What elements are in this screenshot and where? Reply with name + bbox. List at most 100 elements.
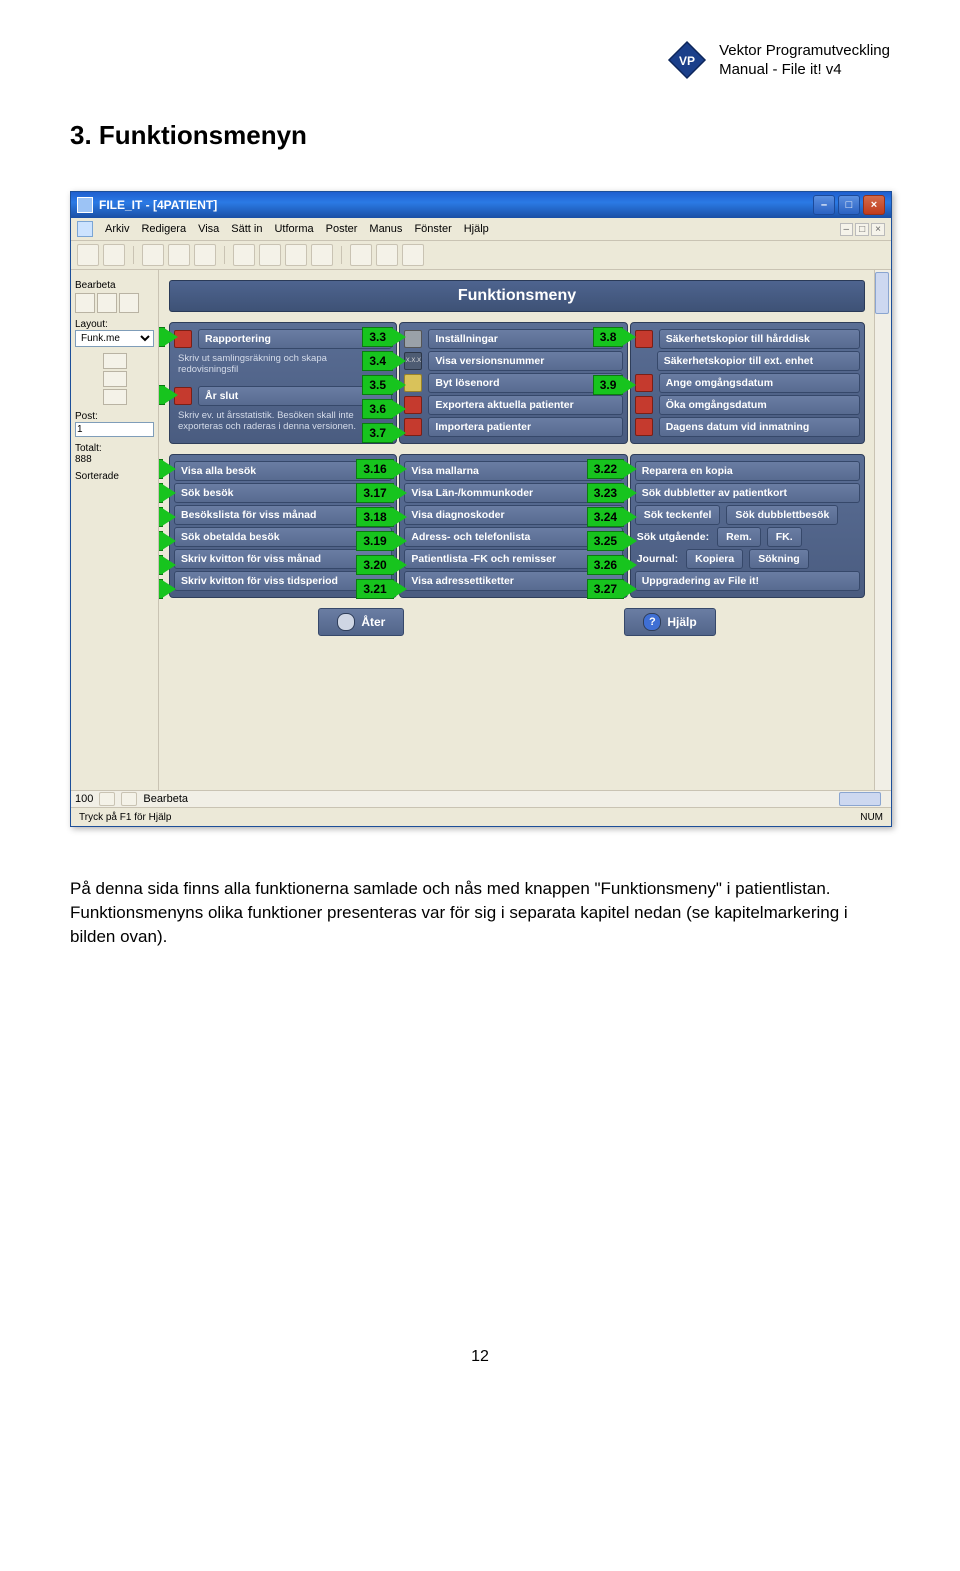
visa-adressetiketter-button[interactable]: Visa adressettiketter [404,571,622,591]
left-sorterade-label: Sorterade [75,471,154,482]
installningar-button[interactable]: Inställningar [428,329,622,349]
mid-col-1: 3.10 Visa alla besök 3.11 Sök besök 3.12… [169,454,397,598]
importera-button[interactable]: Importera patienter [428,417,622,437]
header-company: Vektor Programutveckling [719,41,890,61]
adress-telefon-button[interactable]: Adress- och telefonlista [404,527,622,547]
arslut-desc: Skriv ev. ut årsstatistik. Besöken skall… [174,408,392,435]
dagens-datum-button[interactable]: Dagens datum vid inmatning [659,417,860,437]
arslut-button[interactable]: År slut [198,386,392,406]
visa-mallarna-button[interactable]: Visa mallarna [404,461,622,481]
menu-redigera[interactable]: Redigera [141,223,186,235]
menu-arkiv[interactable]: Arkiv [105,223,129,235]
horizontal-scrollbar[interactable] [839,792,881,806]
sakerhetskopior-hd-button[interactable]: Säkerhetskopior till hårddisk [659,329,860,349]
fk-button[interactable]: FK. [767,527,802,547]
reparera-kopia-button[interactable]: Reparera en kopia [635,461,860,481]
visa-lan-koder-button[interactable]: Visa Län-/kommunkoder [404,483,622,503]
rapportering-button[interactable]: Rapportering [198,329,392,349]
callout-3-1: 3.1 [159,327,165,347]
toolbar-button[interactable] [103,244,125,266]
sok-obetalda-button[interactable]: Sök obetalda besök [174,527,392,547]
nav-up-button[interactable] [103,353,127,369]
callout-3-11: 3.11 [159,483,163,503]
maximize-button[interactable]: □ [838,195,860,215]
vertical-scrollbar[interactable] [874,270,891,790]
nav-center-button[interactable] [103,371,127,387]
page-header: VP Vektor Programutveckling Manual - Fil… [70,40,890,80]
besokslista-manad-button[interactable]: Besökslista för viss månad [174,505,392,525]
menu-bar: Arkiv Redigera Visa Sätt in Utforma Post… [71,218,891,241]
screenshot-window: FILE_IT - [4PATIENT] – □ × Arkiv Rediger… [70,191,892,827]
status-bar: Tryck på F1 för Hjälp NUM [71,807,891,826]
patientlista-fk-button[interactable]: Patientlista -FK och remisser [404,549,622,569]
journal-label: Journal: [635,553,680,565]
toolbar-button[interactable] [376,244,398,266]
toolbar-button[interactable] [259,244,281,266]
export-icon [404,396,422,414]
toolbar-button[interactable] [402,244,424,266]
left-panel: Bearbeta Layout: Funk.me Post: Totalt: 8… [71,270,159,790]
sok-teckenfel-button[interactable]: Sök teckenfel [635,505,721,525]
sok-utgaende-label: Sök utgående: [635,531,711,543]
child-window-buttons[interactable]: –□× [840,223,885,236]
toolbar-button[interactable] [142,244,164,266]
toolbar-button[interactable] [285,244,307,266]
status-help-hint: Tryck på F1 för Hjälp [79,812,171,823]
toolbar-button[interactable] [350,244,372,266]
rem-button[interactable]: Rem. [717,527,761,547]
post-input[interactable] [75,422,154,437]
ange-omgangsdatum-button[interactable]: Ange omgångsdatum [659,373,860,393]
toolbar-button[interactable] [233,244,255,266]
oka-omgangsdatum-button[interactable]: Öka omgångsdatum [659,395,860,415]
minimize-button[interactable]: – [813,195,835,215]
uppgradering-button[interactable]: Uppgradering av File it! [635,571,860,591]
toolbar-button[interactable] [194,244,216,266]
menu-visa[interactable]: Visa [198,223,219,235]
visa-alla-besok-button[interactable]: Visa alla besök [174,461,392,481]
header-manual: Manual - File it! v4 [719,60,890,80]
top-block: 3.1 Rapportering Skriv ut samlingsräknin… [169,322,865,444]
hjalp-button[interactable]: ? Hjälp [624,608,715,636]
top-col-3: 3.8 Säkerhetskopior till hårddisk Säkerh… [630,322,865,444]
menu-utforma[interactable]: Utforma [274,223,313,235]
close-button[interactable]: × [863,195,885,215]
exportera-button[interactable]: Exportera aktuella patienter [428,395,622,415]
menu-satt-in[interactable]: Sätt in [231,223,262,235]
report-icon [174,330,192,348]
visa-version-button[interactable]: Visa versionsnummer [428,351,622,371]
menu-manus[interactable]: Manus [369,223,402,235]
layout-select[interactable]: Funk.me [75,330,154,347]
skriv-kvitton-period-button[interactable]: Skriv kvitton för viss tidsperiod [174,571,392,591]
nav-down-button[interactable] [103,389,127,405]
toolbar-button[interactable] [168,244,190,266]
left-tool-button[interactable] [119,293,139,313]
toolbar-button[interactable] [77,244,99,266]
menu-poster[interactable]: Poster [326,223,358,235]
sokning-button[interactable]: Sökning [749,549,808,569]
kopiera-button[interactable]: Kopiera [686,549,743,569]
skriv-kvitton-manad-button[interactable]: Skriv kvitton för viss månad [174,549,392,569]
menu-fonster[interactable]: Fönster [414,223,451,235]
toolbar-button[interactable] [311,244,333,266]
sok-besok-button[interactable]: Sök besök [174,483,392,503]
back-arrow-icon [337,613,355,631]
bottombar-button[interactable] [99,792,115,806]
bottom-bar: 100 Bearbeta [71,790,891,807]
bottombar-button[interactable] [121,792,137,806]
left-tool-button[interactable] [75,293,95,313]
byt-losenord-button[interactable]: Byt lösenord [428,373,622,393]
body-paragraph: På denna sida finns alla funktionerna sa… [70,877,890,948]
ater-button[interactable]: Åter [318,608,404,636]
visa-diagnoskoder-button[interactable]: Visa diagnoskoder [404,505,622,525]
panel-title: Funktionsmeny [169,280,865,312]
mid-col-3: 3.22 Reparera en kopia 3.23 Sök dubblett… [630,454,865,598]
today-icon [635,418,653,436]
menu-hjalp[interactable]: Hjälp [464,223,489,235]
sakerhetskopior-ext-button[interactable]: Säkerhetskopior till ext. enhet [657,351,860,371]
mode-label: Bearbeta [143,793,188,805]
calendar-plus-icon [635,396,653,414]
key-icon [404,374,422,392]
sok-dubbletter-patient-button[interactable]: Sök dubbletter av patientkort [635,483,860,503]
sok-dubblettbesok-button[interactable]: Sök dubblettbesök [726,505,838,525]
left-tool-button[interactable] [97,293,117,313]
